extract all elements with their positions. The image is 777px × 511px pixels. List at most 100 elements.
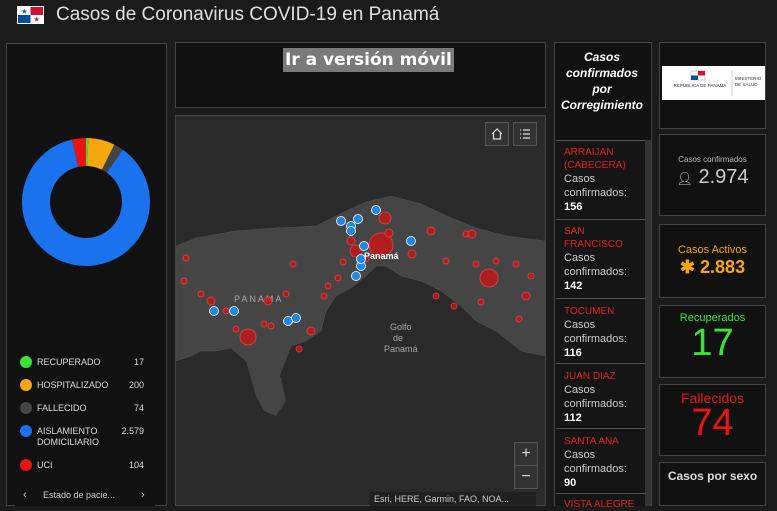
active-cases-value: 2.883 (700, 257, 746, 277)
list-item-name: JUAN DIAZ (564, 371, 616, 382)
list-item[interactable]: SANTA ANA Casos confirmados: 90 (556, 428, 645, 492)
case-marker[interactable] (260, 320, 268, 328)
map-attribution: Esri, HERE, Garmin, FAO, NOA... (370, 492, 536, 506)
case-marker[interactable] (339, 258, 347, 266)
map-view[interactable]: PANAMA Golfo de Panamá Panamá (175, 115, 546, 506)
chevron-right-icon[interactable]: › (141, 489, 145, 501)
case-marker[interactable] (472, 260, 480, 268)
hospital-pin-icon[interactable] (346, 226, 356, 236)
case-marker[interactable] (512, 260, 520, 268)
map-canvas[interactable]: PANAMA Golfo de Panamá Panamá (176, 116, 545, 505)
map-label-panama-city: Panamá (364, 251, 400, 261)
list-scrollbar[interactable] (645, 140, 651, 506)
case-marker[interactable] (479, 268, 499, 288)
hospital-pin-icon[interactable] (229, 306, 239, 316)
cases-by-sex-card: Casos por sexo (659, 462, 766, 506)
hospital-pin-icon[interactable] (291, 313, 301, 323)
map-label-panama-country: PANAMA (234, 294, 283, 304)
case-marker[interactable] (263, 296, 273, 306)
person-icon: 👤︎ (676, 171, 693, 186)
hospital-pin-icon[interactable] (406, 236, 416, 246)
case-marker[interactable] (515, 315, 523, 323)
pager-label: Estado de pacie... (43, 490, 116, 500)
list-item[interactable]: ARRAIJAN (CABECERA) Casos confirmados: 1… (556, 140, 645, 218)
case-marker[interactable] (334, 274, 342, 282)
case-marker[interactable] (320, 292, 328, 300)
list-item[interactable]: VISTA ALEGRE (556, 493, 645, 510)
case-marker[interactable] (197, 290, 205, 298)
case-marker[interactable] (378, 211, 392, 225)
list-item-value: 116 (564, 347, 582, 359)
case-marker[interactable] (239, 328, 257, 346)
case-marker[interactable] (295, 345, 303, 353)
legend-swatch (20, 356, 32, 368)
confirmed-cases-value: 2.974 (698, 166, 749, 188)
legend-label: HOSPITALIZADO (37, 380, 109, 390)
list-item[interactable]: TOCUMEN Casos confirmados: 116 (556, 298, 645, 362)
active-cases-value-row: ✱ 2.883 (660, 257, 765, 278)
case-marker[interactable] (467, 229, 477, 239)
legend-label: AISLAMIENTO DOMICILIARIO (37, 426, 100, 447)
hospital-pin-icon[interactable] (351, 271, 361, 281)
case-marker[interactable] (527, 272, 535, 280)
list-item-label: Casos confirmados: (564, 319, 627, 345)
chevron-left-icon[interactable]: ‹ (23, 489, 27, 501)
legend-label: RECUPERADO (37, 357, 101, 367)
case-marker[interactable] (267, 322, 275, 330)
case-marker[interactable] (289, 260, 297, 268)
case-marker[interactable] (282, 290, 290, 298)
hospital-pin-icon[interactable] (359, 241, 369, 251)
logo-text-ministerio: MINISTERIO DE SALUD (735, 76, 762, 87)
deaths-value: 74 (691, 402, 734, 444)
hospital-pin-icon[interactable] (209, 306, 219, 316)
case-marker[interactable] (180, 277, 188, 285)
case-marker[interactable] (407, 249, 417, 259)
legend-value: 2.579 (121, 426, 144, 436)
logo-text-republica: REPÚBLICA DE PANAMÁ (673, 83, 727, 88)
case-marker[interactable] (432, 292, 440, 300)
legend-swatch (20, 425, 32, 437)
list-item-value: 112 (564, 412, 582, 424)
case-marker[interactable] (182, 254, 190, 262)
case-marker[interactable] (492, 257, 500, 265)
legend-swatch (20, 402, 32, 414)
list-item-value: 156 (564, 201, 583, 213)
mobile-version-link[interactable]: Ir a versión móvil (283, 48, 454, 72)
hospital-pin-icon[interactable] (371, 205, 381, 215)
confirmed-cases-card: Casos confirmados 👤︎ 2.974 (659, 134, 766, 216)
list-item-name: SANTA ANA (564, 436, 619, 447)
list-item-name: SAN FRANCISCO (564, 226, 623, 250)
hospital-pin-icon[interactable] (336, 216, 346, 226)
case-marker[interactable] (206, 296, 216, 306)
case-marker[interactable] (426, 226, 436, 236)
legend-value: 104 (128, 460, 144, 470)
case-marker[interactable] (324, 282, 332, 290)
asterisk-icon: ✱ (679, 257, 696, 277)
case-marker[interactable] (477, 298, 485, 306)
deaths-card: Fallecidos 74 (659, 384, 766, 456)
case-marker[interactable] (306, 326, 316, 336)
legend-value: 74 (133, 403, 144, 413)
home-icon[interactable] (485, 122, 509, 146)
case-marker[interactable] (442, 257, 450, 265)
recovered-value: 17 (691, 322, 734, 364)
zoom-in-button[interactable]: + (514, 442, 538, 466)
list-item[interactable]: SAN FRANCISCO Casos confirmados: 142 (556, 219, 645, 297)
zoom-out-button[interactable]: − (514, 465, 538, 489)
list-item-value: 90 (564, 477, 577, 489)
chart-pager: ‹ Estado de pacie... › (15, 485, 155, 506)
case-marker[interactable] (232, 325, 240, 333)
list-item[interactable]: JUAN DIAZ Casos confirmados: 112 (556, 363, 645, 427)
case-marker[interactable] (450, 302, 458, 310)
list-icon[interactable] (513, 122, 537, 146)
hospital-pin-icon[interactable] (353, 214, 363, 224)
confirmed-cases-value-row: 👤︎ 2.974 (660, 166, 765, 189)
panama-flag-icon (17, 6, 44, 24)
legend-label: UCI (37, 460, 53, 470)
case-marker[interactable] (222, 307, 230, 315)
legend-label: FALLECIDO (37, 403, 87, 413)
recovered-card: Recuperados 17 (659, 305, 766, 378)
case-marker[interactable] (384, 228, 394, 238)
case-marker[interactable] (521, 291, 531, 301)
case-marker[interactable] (346, 236, 356, 246)
